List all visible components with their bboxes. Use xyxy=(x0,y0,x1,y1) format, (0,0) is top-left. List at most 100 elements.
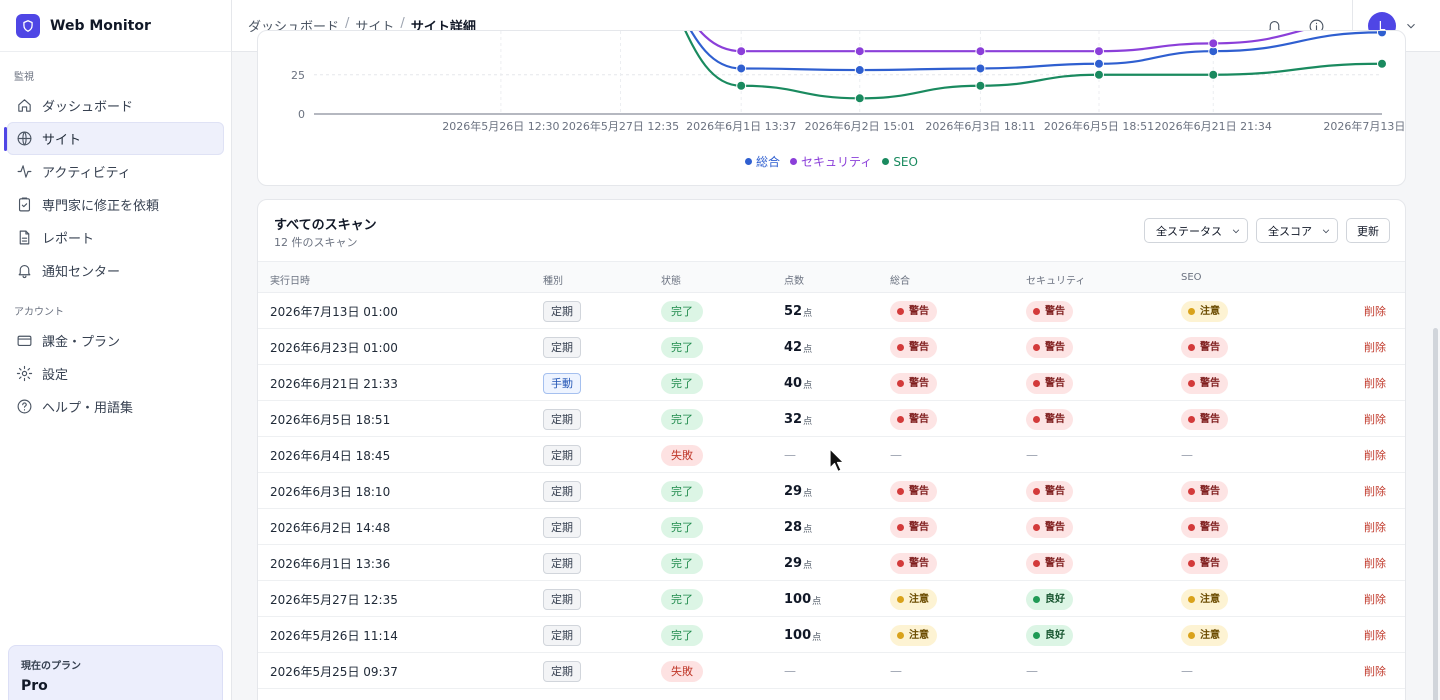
table-row[interactable]: 2026年6月2日 14:48 定期 完了 28 点 警告 警告 警告 削除 xyxy=(258,509,1405,545)
scan-score-cell: 100 点 xyxy=(784,617,821,653)
gear-icon xyxy=(16,365,33,382)
security-label: 警告 xyxy=(1045,521,1065,533)
delete-link[interactable]: 削除 xyxy=(1364,581,1386,617)
delete-link[interactable]: 削除 xyxy=(1364,473,1386,509)
data-point xyxy=(736,80,747,91)
security-cell: 警告 xyxy=(1026,509,1073,545)
scan-type-cell: 定期 xyxy=(543,545,581,581)
table-row[interactable]: 2026年7月13日 01:00 定期 完了 52 点 警告 警告 注意 削除 xyxy=(258,293,1405,329)
column-header-seo[interactable]: SEO xyxy=(1181,272,1202,283)
empty-value: — xyxy=(784,664,796,678)
status-dot xyxy=(897,631,904,639)
scan-state-cell: 失敗 xyxy=(661,437,703,473)
scan-date: 2026年5月27日 12:35 xyxy=(270,592,398,607)
total-badge: 警告 xyxy=(890,372,937,394)
scan-score-cell: 40 点 xyxy=(784,365,812,401)
chevron-down-icon[interactable] xyxy=(1404,18,1418,32)
current-plan-card[interactable]: 現在のプラン Pro xyxy=(8,645,223,700)
column-header-security[interactable]: セキュリティ xyxy=(1026,272,1085,287)
scan-type-cell: 定期 xyxy=(543,293,581,329)
legend-item[interactable]: セキュリティ xyxy=(790,153,872,170)
delete-link[interactable]: 削除 xyxy=(1364,653,1386,689)
scan-state-cell: 完了 xyxy=(661,509,703,545)
table-row[interactable]: 2026年6月23日 01:00 定期 完了 42 点 警告 警告 警告 削除 xyxy=(258,329,1405,365)
column-header-state[interactable]: 状態 xyxy=(661,272,681,287)
security-cell: 警告 xyxy=(1026,545,1073,581)
scan-date: 2026年6月2日 14:48 xyxy=(270,520,391,535)
data-point xyxy=(1377,31,1387,38)
table-row[interactable]: 2026年6月1日 13:36 定期 完了 29 点 警告 警告 警告 削除 xyxy=(258,545,1405,581)
scan-state-cell: 完了 xyxy=(661,617,703,653)
delete-link[interactable]: 削除 xyxy=(1364,509,1386,545)
scan-type-tag: 定期 xyxy=(543,300,581,322)
scan-score: 42 xyxy=(784,339,803,355)
security-label: 警告 xyxy=(1045,377,1065,389)
table-row[interactable]: 2026年6月21日 21:33 手動 完了 40 点 警告 警告 警告 削除 xyxy=(258,365,1405,401)
scan-type-tag: 手動 xyxy=(543,372,581,394)
delete-link[interactable]: 削除 xyxy=(1364,545,1386,581)
score-unit: 点 xyxy=(803,525,813,535)
score-filter-select[interactable]: 全スコア xyxy=(1256,218,1338,243)
sidebar-item-credit-card[interactable]: 課金・プラン xyxy=(7,324,224,357)
sidebar-item-label: ダッシュボード xyxy=(42,100,134,115)
scan-type-tag: 定期 xyxy=(543,516,581,538)
sidebar-item-globe[interactable]: サイト xyxy=(7,122,224,155)
total-badge: 警告 xyxy=(890,300,937,322)
scan-type-cell: 定期 xyxy=(543,617,581,653)
status-dot xyxy=(1188,343,1195,351)
legend-item[interactable]: 総合 xyxy=(745,153,780,170)
column-header-total[interactable]: 総合 xyxy=(890,272,910,287)
total-cell: 警告 xyxy=(890,365,937,401)
total-badge: 警告 xyxy=(890,336,937,358)
scan-type-tag: 定期 xyxy=(543,480,581,502)
scan-date: 2026年7月13日 01:00 xyxy=(270,304,398,319)
table-row[interactable]: 2026年5月25日 09:37 定期 失敗 — — — — 削除 xyxy=(258,653,1405,689)
sidebar-item-activity[interactable]: アクティビティ xyxy=(7,155,224,188)
chart-legend: 総合 セキュリティ SEO xyxy=(258,153,1405,170)
delete-link[interactable]: 削除 xyxy=(1364,293,1386,329)
sidebar-item-bell[interactable]: 通知センター xyxy=(7,254,224,287)
delete-link[interactable]: 削除 xyxy=(1364,437,1386,473)
security-cell: 警告 xyxy=(1026,329,1073,365)
legend-dot xyxy=(882,158,890,165)
table-row[interactable]: 2026年5月26日 11:14 定期 完了 100 点 注意 良好 注意 削除 xyxy=(258,617,1405,653)
status-dot xyxy=(1033,343,1040,351)
table-row[interactable]: 2026年6月3日 18:10 定期 完了 29 点 警告 警告 警告 削除 xyxy=(258,473,1405,509)
sidebar-item-help-circle[interactable]: ヘルプ・用語集 xyxy=(7,390,224,423)
delete-link[interactable]: 削除 xyxy=(1364,401,1386,437)
status-dot xyxy=(1188,559,1195,567)
table-row[interactable]: 2026年6月5日 18:51 定期 完了 32 点 警告 警告 警告 削除 xyxy=(258,401,1405,437)
sidebar-item-document[interactable]: レポート xyxy=(7,221,224,254)
y-tick-label: 0 xyxy=(298,108,305,121)
column-header-score[interactable]: 点数 xyxy=(784,272,804,287)
security-label: 警告 xyxy=(1045,485,1065,497)
delete-link[interactable]: 削除 xyxy=(1364,365,1386,401)
refresh-button[interactable]: 更新 xyxy=(1346,218,1390,243)
scan-type-tag: 定期 xyxy=(543,552,581,574)
scans-count: 12 件のスキャン xyxy=(274,236,358,249)
delete-link[interactable]: 削除 xyxy=(1364,329,1386,365)
legend-item[interactable]: SEO xyxy=(882,153,918,170)
status-filter-select[interactable]: 全ステータス xyxy=(1144,218,1248,243)
chevron-down-icon xyxy=(1322,229,1330,234)
total-label: 警告 xyxy=(909,557,929,569)
total-badge: 警告 xyxy=(890,480,937,502)
delete-link[interactable]: 削除 xyxy=(1364,617,1386,653)
column-header-date[interactable]: 実行日時 xyxy=(270,272,310,287)
total-cell: 警告 xyxy=(890,473,937,509)
table-row[interactable]: 2026年5月27日 12:35 定期 完了 100 点 注意 良好 注意 削除 xyxy=(258,581,1405,617)
brand[interactable]: Web Monitor xyxy=(0,0,231,52)
status-dot xyxy=(1033,523,1040,531)
column-header-type[interactable]: 種別 xyxy=(543,272,563,287)
sidebar-item-clipboard[interactable]: 専門家に修正を依頼 xyxy=(7,188,224,221)
scan-type-cell: 定期 xyxy=(543,473,581,509)
data-point xyxy=(975,63,986,74)
activity-icon xyxy=(17,165,32,178)
scan-type-cell: 定期 xyxy=(543,509,581,545)
page-scrollbar[interactable] xyxy=(1433,328,1438,700)
sidebar-item-home[interactable]: ダッシュボード xyxy=(7,89,224,122)
status-filter-value: 全ステータス xyxy=(1156,224,1222,238)
empty-value: — xyxy=(890,448,902,462)
scans-table-body: 2026年7月13日 01:00 定期 完了 52 点警告 警告 注意 削除 2026年6月23… xyxy=(258,293,1405,689)
sidebar-item-gear[interactable]: 設定 xyxy=(7,357,224,390)
